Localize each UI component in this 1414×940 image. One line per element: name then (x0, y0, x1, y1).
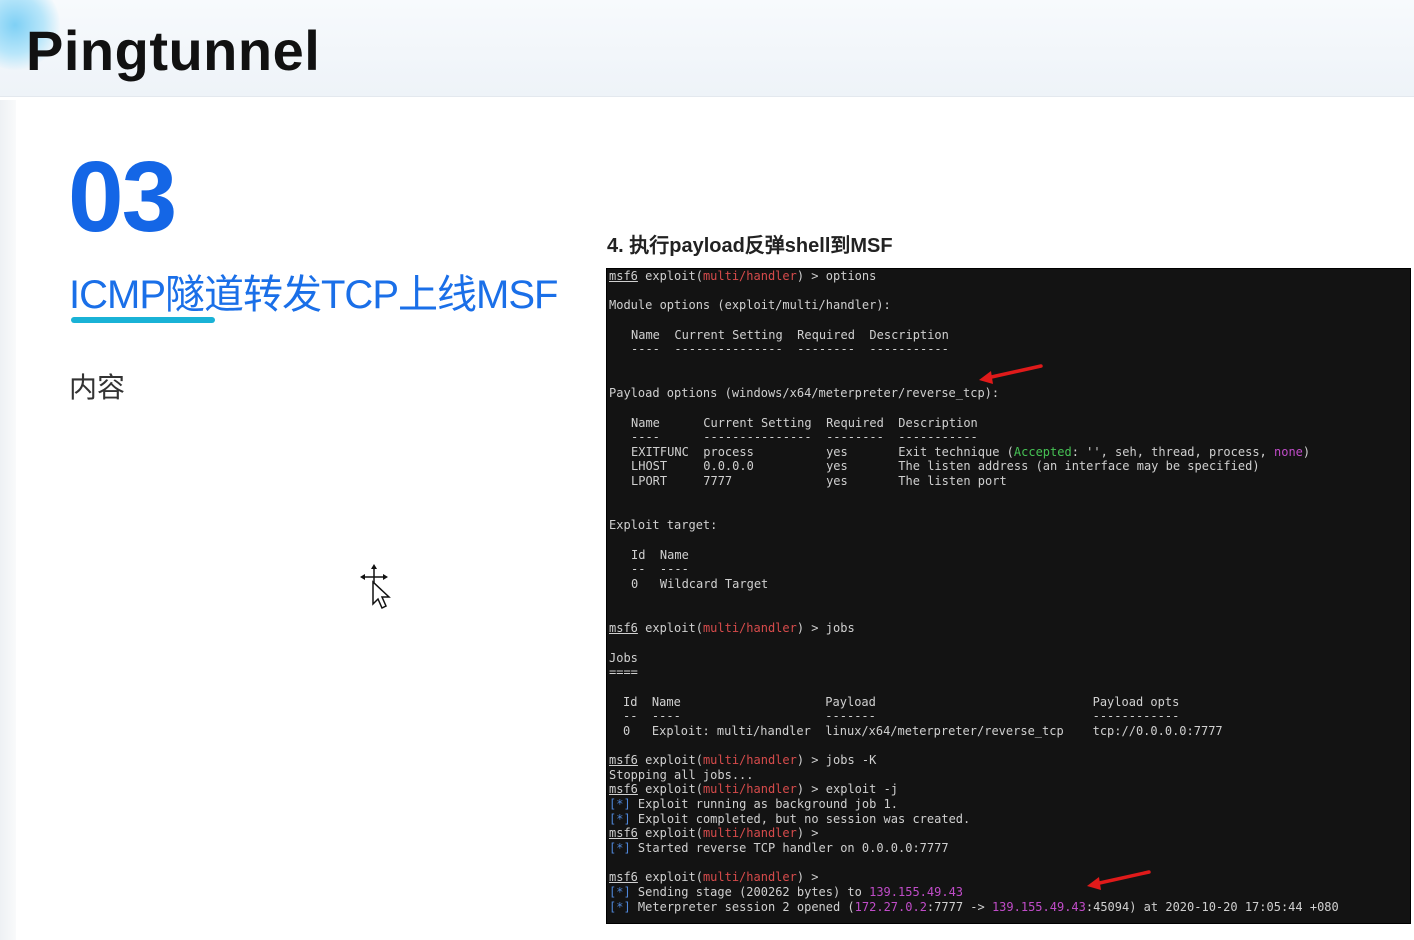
terminal-line: 0 Exploit: multi/handler linux/x64/meter… (623, 724, 1223, 738)
content-label: 内容 (69, 372, 126, 403)
terminal-line: msf6 exploit(multi/handler) > (609, 870, 819, 884)
terminal-line: Id Name Payload Payload opts (623, 695, 1180, 709)
terminal-line: LHOST 0.0.0.0 yes The listen address (an… (631, 459, 1260, 473)
terminal-line: [*] Meterpreter session 2 opened (172.27… (609, 900, 1339, 914)
terminal-line: Name Current Setting Required Descriptio… (631, 328, 949, 342)
terminal-line: [*] Exploit running as background job 1. (609, 797, 899, 811)
terminal-line: ==== (609, 665, 638, 679)
slide-title: Pingtunnel (26, 19, 321, 82)
terminal-line: Exploit target: (609, 518, 718, 532)
terminal-line: ---- --------------- -------- ----------… (631, 430, 978, 444)
terminal-line: msf6 exploit(multi/handler) > exploit -j (609, 782, 899, 796)
slide-left-edge (0, 100, 16, 940)
terminal-line: Payload options (windows/x64/meterpreter… (609, 386, 1000, 400)
terminal-line: msf6 exploit(multi/handler) > jobs (609, 621, 855, 635)
terminal-line: ---- --------------- -------- ----------… (631, 342, 949, 356)
terminal-line: msf6 exploit(multi/handler) > jobs -K (609, 753, 877, 767)
slide-header: Pingtunnel (0, 0, 1414, 97)
step-caption: 4. 执行payload反弹shell到MSF (607, 235, 893, 257)
terminal-line: [*] Sending stage (200262 bytes) to 139.… (609, 885, 964, 899)
terminal-line: -- ---- (631, 562, 689, 576)
annotation-arrow-icon (1087, 870, 1151, 890)
section-heading: ICMP隧道转发TCP上线MSF (69, 273, 558, 317)
terminal-line: Id Name (631, 548, 689, 562)
terminal-line: Jobs (609, 651, 638, 665)
terminal-line: msf6 exploit(multi/handler) > options (609, 269, 877, 283)
terminal-line: 0 Wildcard Target (631, 577, 769, 591)
terminal-screenshot: msf6 exploit(multi/handler) > options Mo… (606, 268, 1411, 924)
terminal-line: Name Current Setting Required Descriptio… (631, 416, 978, 430)
terminal-line: [*] Started reverse TCP handler on 0.0.0… (609, 841, 949, 855)
terminal-line: Stopping all jobs... (609, 768, 754, 782)
terminal-line: Module options (exploit/multi/handler): (609, 298, 891, 312)
terminal-line: msf6 exploit(multi/handler) > (609, 826, 819, 840)
move-cursor-icon (360, 564, 391, 610)
terminal-line: EXITFUNC process yes Exit technique (Acc… (631, 445, 1311, 459)
heading-underline (71, 317, 215, 323)
section-number: 03 (68, 141, 177, 253)
terminal-line: LPORT 7777 yes The listen port (631, 474, 1007, 488)
terminal-line: [*] Exploit completed, but no session wa… (609, 812, 971, 826)
annotation-arrow-icon (979, 364, 1043, 384)
terminal-line: -- ---- ------- ------------ (623, 709, 1180, 723)
